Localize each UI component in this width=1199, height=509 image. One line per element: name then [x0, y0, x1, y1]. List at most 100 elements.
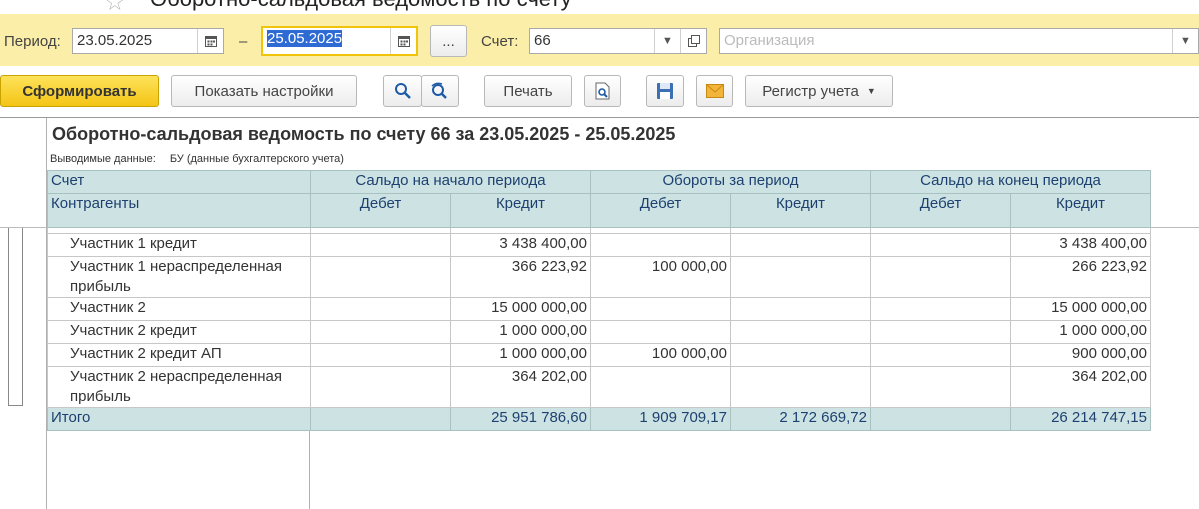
open-icon[interactable]	[680, 29, 706, 53]
row-close-credit: 1 000 000,00	[1010, 320, 1151, 344]
envelope-icon	[705, 84, 724, 98]
search-next-icon	[431, 82, 447, 99]
table-row[interactable]: Участник 1 нераспределенная прибыль 366 …	[47, 256, 1151, 298]
search-next-button[interactable]	[421, 75, 459, 107]
row-turn-debit	[590, 297, 731, 321]
search-button[interactable]	[383, 75, 422, 107]
row-close-credit: 15 000 000,00	[1010, 297, 1151, 321]
period-dash: –	[239, 33, 248, 50]
row-turn-credit	[730, 297, 871, 321]
date-to-field[interactable]: 25.05.2025	[261, 26, 418, 56]
account-label: Счет:	[481, 33, 519, 50]
organization-field[interactable]: Организация ▼	[719, 28, 1199, 54]
table-row[interactable]: Участник 2 кредит АП 1 000 000,00 100 00…	[47, 343, 1151, 367]
output-value: БУ (данные бухгалтерского учета)	[169, 153, 344, 165]
floppy-disk-icon	[657, 83, 673, 99]
row-close-credit: 900 000,00	[1010, 343, 1151, 367]
row-open-credit: 1 000 000,00	[450, 320, 591, 344]
header-opening-balance: Сальдо на начало периода	[310, 170, 591, 194]
row-turn-credit	[730, 366, 871, 408]
calendar-icon[interactable]	[197, 29, 223, 53]
period-label: Период:	[4, 33, 61, 50]
table-row[interactable]: Участник 1 кредит 3 438 400,00 3 438 400…	[47, 233, 1151, 257]
row-name: Участник 2 нераспределенная прибыль	[47, 366, 311, 408]
row-name: Участник 2 кредит	[47, 320, 311, 344]
period-select-button[interactable]: ...	[430, 25, 467, 57]
row-turn-debit: 100 000,00	[590, 256, 731, 298]
account-register-button[interactable]: Регистр учета ▼	[745, 75, 893, 107]
row-open-credit: 366 223,92	[450, 256, 591, 298]
row-close-credit: 3 438 400,00	[1010, 233, 1151, 257]
row-name: Участник 2	[47, 297, 311, 321]
table-row[interactable]: Участник 2 кредит 1 000 000,00 1 000 000…	[47, 320, 1151, 344]
generate-button[interactable]: Сформировать	[0, 75, 159, 107]
row-turn-credit	[730, 233, 871, 257]
group-line-right	[1150, 227, 1199, 228]
chevron-down-icon[interactable]: ▼	[654, 29, 680, 53]
date-to-value: 25.05.2025	[267, 30, 343, 47]
group-bracket-bottom	[8, 405, 23, 406]
total-close-debit	[870, 407, 1011, 431]
row-open-debit	[310, 320, 451, 344]
group-bracket-outer	[8, 228, 9, 406]
report-column-border	[309, 427, 310, 509]
header-close-credit: Кредит	[1010, 193, 1151, 228]
send-email-button[interactable]	[696, 75, 733, 107]
row-turn-credit	[730, 343, 871, 367]
print-button[interactable]: Печать	[484, 75, 572, 107]
header-open-credit: Кредит	[450, 193, 591, 228]
chevron-down-icon[interactable]: ▼	[1172, 29, 1198, 53]
row-name: Участник 1 нераспределенная прибыль	[47, 256, 311, 298]
chevron-down-icon: ▼	[866, 86, 876, 96]
report-output-info: Выводимые данные: БУ (данные бухгалтерско…	[50, 153, 344, 165]
header-turnover: Обороты за период	[590, 170, 871, 194]
account-field[interactable]: 66 ▼	[529, 28, 707, 54]
parameters-bar: Период: 23.05.2025 – 25.05.2025 ... Счет…	[0, 14, 1199, 66]
header-row-1: Счет Сальдо на начало периода Обороты за…	[47, 170, 1151, 194]
row-close-credit: 266 223,92	[1010, 256, 1151, 298]
table-row[interactable]: Участник 2 15 000 000,00 15 000 000,00	[47, 297, 1151, 321]
total-turn-credit: 2 172 669,72	[730, 407, 871, 431]
row-name: Участник 2 кредит АП	[47, 343, 311, 367]
account-value: 66	[534, 32, 551, 49]
row-open-debit	[310, 256, 451, 298]
total-label: Итого	[47, 407, 311, 431]
report-title: Оборотно-сальдовая ведомость по счету 66…	[52, 124, 676, 144]
print-preview-icon	[595, 82, 609, 100]
row-turn-debit	[590, 366, 731, 408]
header-close-debit: Дебет	[870, 193, 1011, 228]
account-register-label: Регистр учета	[762, 82, 859, 100]
row-open-credit: 364 202,00	[450, 366, 591, 408]
row-turn-debit: 100 000,00	[590, 343, 731, 367]
row-open-debit	[310, 297, 451, 321]
row-close-debit	[870, 366, 1011, 408]
header-counterparties: Контрагенты	[47, 193, 311, 228]
output-label: Выводимые данные:	[50, 153, 156, 165]
preview-button[interactable]	[584, 75, 621, 107]
report-top-border	[0, 117, 1199, 118]
calendar-icon[interactable]	[390, 28, 416, 54]
date-from-field[interactable]: 23.05.2025	[72, 28, 224, 54]
row-turn-credit	[730, 320, 871, 344]
row-name: Участник 1 кредит	[47, 233, 311, 257]
favorite-star-icon[interactable]: ☆	[104, 0, 126, 14]
organization-placeholder: Организация	[724, 32, 815, 49]
row-open-credit: 15 000 000,00	[450, 297, 591, 321]
row-open-debit	[310, 366, 451, 408]
search-icon	[394, 83, 411, 99]
header-closing-balance: Сальдо на конец периода	[870, 170, 1151, 194]
show-settings-button[interactable]: Показать настройки	[171, 75, 357, 107]
header-open-debit: Дебет	[310, 193, 451, 228]
row-open-credit: 1 000 000,00	[450, 343, 591, 367]
row-close-debit	[870, 297, 1011, 321]
table-row[interactable]: Участник 2 нераспределенная прибыль 364 …	[47, 366, 1151, 408]
report-table: Счет Сальдо на начало периода Обороты за…	[47, 170, 1151, 431]
row-open-debit	[310, 233, 451, 257]
header-turn-credit: Кредит	[730, 193, 871, 228]
save-button[interactable]	[646, 75, 684, 107]
row-close-debit	[870, 343, 1011, 367]
total-row[interactable]: Итого 25 951 786,60 1 909 709,17 2 172 6…	[47, 407, 1151, 431]
row-open-debit	[310, 343, 451, 367]
total-turn-debit: 1 909 709,17	[590, 407, 731, 431]
window-title: Оборотно-сальдовая ведомость по счету	[150, 0, 572, 12]
